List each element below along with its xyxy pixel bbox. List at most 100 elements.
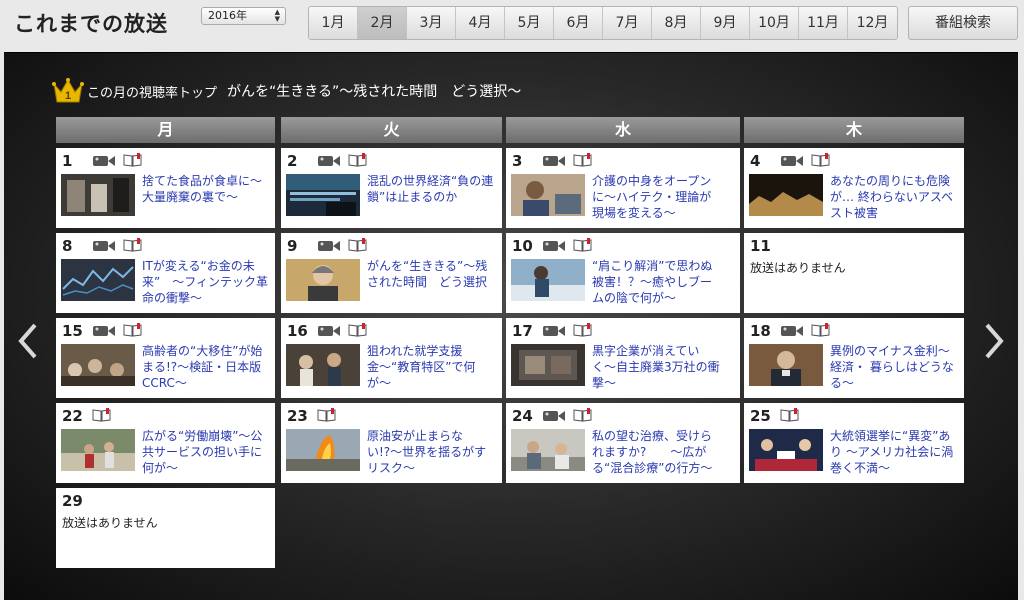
- tab-month-6[interactable]: 6月: [554, 7, 603, 39]
- program-thumbnail[interactable]: [286, 174, 360, 216]
- day-cell[interactable]: 2 混乱の世界経済“負の連鎖”は止まるのか: [281, 148, 502, 228]
- day-cell[interactable]: 3 介護の中身をオープンに〜ハイテク・理論が現場を変える〜: [506, 148, 740, 228]
- day-cell[interactable]: 11 放送はありません: [744, 233, 964, 313]
- video-camera-icon[interactable]: [92, 324, 116, 338]
- day-number: 22: [62, 407, 83, 425]
- tab-month-7[interactable]: 7月: [603, 7, 652, 39]
- program-thumbnail[interactable]: [286, 344, 360, 386]
- open-book-icon[interactable]: [348, 153, 367, 167]
- program-search-button[interactable]: 番組検索: [908, 6, 1018, 40]
- tab-month-5[interactable]: 5月: [505, 7, 554, 39]
- tab-month-1[interactable]: 1月: [309, 7, 358, 39]
- program-title[interactable]: 黒字企業が消えていく〜自主廃業3万社の衝撃〜: [592, 343, 722, 391]
- program-title[interactable]: 介護の中身をオープンに〜ハイテク・理論が現場を変える〜: [592, 173, 722, 221]
- top-rated-program[interactable]: がんを“生ききる”〜残された時間 どう選択〜: [227, 81, 521, 101]
- program-thumbnail[interactable]: [511, 429, 585, 471]
- open-book-icon[interactable]: [573, 408, 592, 422]
- program-title[interactable]: あなたの周りにも危険が… 終わらないアスベスト被害: [830, 173, 960, 221]
- program-thumbnail[interactable]: [511, 259, 585, 301]
- day-cell[interactable]: 25 大統領選挙に“異変”あり 〜アメリカ社会に渦巻く不満〜: [744, 403, 964, 483]
- open-book-icon[interactable]: [348, 323, 367, 337]
- day-cell[interactable]: 23 原油安が止まらない!?〜世界を揺るがすリスク〜: [281, 403, 502, 483]
- open-book-icon[interactable]: [348, 238, 367, 252]
- program-title[interactable]: ITが変える“お金の未来” 〜フィンテック革命の衝撃〜: [142, 258, 272, 306]
- open-book-icon[interactable]: [811, 323, 830, 337]
- tab-month-10[interactable]: 10月: [750, 7, 799, 39]
- video-camera-icon[interactable]: [542, 154, 566, 168]
- program-title[interactable]: 異例のマイナス金利〜経済・ 暮らしはどうなる〜: [830, 343, 960, 391]
- tab-month-4[interactable]: 4月: [456, 7, 505, 39]
- open-book-icon[interactable]: [123, 238, 142, 252]
- day-cell[interactable]: 16 狙われた就学支援金〜“教育特区”で何が〜: [281, 318, 502, 398]
- program-title[interactable]: 大統領選挙に“異変”あり 〜アメリカ社会に渦巻く不満〜: [830, 428, 960, 476]
- day-cell[interactable]: 4 あなたの周りにも危険が… 終わらないアスベスト被害: [744, 148, 964, 228]
- video-camera-icon[interactable]: [542, 239, 566, 253]
- video-camera-icon[interactable]: [780, 324, 804, 338]
- program-title[interactable]: 狙われた就学支援金〜“教育特区”で何が〜: [367, 343, 497, 391]
- day-number: 9: [287, 237, 298, 255]
- open-book-icon[interactable]: [573, 153, 592, 167]
- open-book-icon[interactable]: [780, 408, 799, 422]
- open-book-icon[interactable]: [123, 153, 142, 167]
- day-number: 10: [512, 237, 533, 255]
- program-thumbnail[interactable]: [61, 429, 135, 471]
- program-title[interactable]: 私の望む治療、受けられますか? 〜広がる“混合診療”の行方〜: [592, 428, 722, 476]
- program-thumbnail[interactable]: [511, 344, 585, 386]
- video-camera-icon[interactable]: [780, 154, 804, 168]
- open-book-icon[interactable]: [573, 323, 592, 337]
- day-cell[interactable]: 15 高齢者の“大移住”が始まる!?〜検証・日本版CCRC〜: [56, 318, 275, 398]
- tab-month-3[interactable]: 3月: [407, 7, 456, 39]
- video-camera-icon[interactable]: [317, 239, 341, 253]
- program-title[interactable]: “肩こり解消”で思わぬ被害！？〜癒やしブームの陰で何が〜: [592, 258, 722, 306]
- program-thumbnail[interactable]: [511, 174, 585, 216]
- tab-month-8[interactable]: 8月: [652, 7, 701, 39]
- day-number: 17: [512, 322, 533, 340]
- chevron-right-icon[interactable]: [982, 321, 1006, 361]
- open-book-icon[interactable]: [811, 153, 830, 167]
- day-cell[interactable]: 24 私の望む治療、受けられますか? 〜広がる“混合診療”の行方〜: [506, 403, 740, 483]
- day-cell[interactable]: 10 “肩こり解消”で思わぬ被害！？〜癒やしブームの陰で何が〜: [506, 233, 740, 313]
- day-cell[interactable]: 1 捨てた食品が食卓に〜大量廃棄の裏で〜: [56, 148, 275, 228]
- select-arrows-icon: ▲ ▼: [274, 8, 280, 23]
- video-camera-icon[interactable]: [542, 324, 566, 338]
- program-title[interactable]: 捨てた食品が食卓に〜大量廃棄の裏で〜: [142, 173, 272, 205]
- tab-month-11[interactable]: 11月: [799, 7, 848, 39]
- open-book-icon[interactable]: [92, 408, 111, 422]
- open-book-icon[interactable]: [573, 238, 592, 252]
- program-thumbnail[interactable]: [286, 429, 360, 471]
- program-thumbnail[interactable]: [61, 259, 135, 301]
- tab-month-9[interactable]: 9月: [701, 7, 750, 39]
- year-select-value: 2016年: [208, 9, 247, 22]
- tab-month-12[interactable]: 12月: [848, 7, 897, 39]
- program-title[interactable]: 広がる“労働崩壊”〜公共サービスの担い手に何が〜: [142, 428, 272, 476]
- weekday-header-thu: 木: [744, 117, 964, 143]
- program-title[interactable]: 高齢者の“大移住”が始まる!?〜検証・日本版CCRC〜: [142, 343, 272, 391]
- program-title[interactable]: 原油安が止まらない!?〜世界を揺るがすリスク〜: [367, 428, 497, 476]
- open-book-icon[interactable]: [123, 323, 142, 337]
- video-camera-icon[interactable]: [317, 324, 341, 338]
- day-cell[interactable]: 8 ITが変える“お金の未来” 〜フィンテック革命の衝撃〜: [56, 233, 275, 313]
- program-thumbnail[interactable]: [61, 344, 135, 386]
- video-camera-icon[interactable]: [92, 154, 116, 168]
- day-cell[interactable]: 29 放送はありません: [56, 488, 275, 568]
- video-camera-icon[interactable]: [92, 239, 116, 253]
- tab-month-2[interactable]: 2月: [358, 7, 407, 39]
- program-thumbnail[interactable]: [61, 174, 135, 216]
- program-thumbnail[interactable]: [286, 259, 360, 301]
- program-thumbnail[interactable]: [749, 429, 823, 471]
- open-book-icon[interactable]: [317, 408, 336, 422]
- chevron-left-icon[interactable]: [16, 321, 40, 361]
- program-title[interactable]: がんを“生ききる”〜残された時間 どう選択: [367, 258, 497, 290]
- program-thumbnail[interactable]: [749, 174, 823, 216]
- day-cell[interactable]: 22 広がる“労働崩壊”〜公共サービスの担い手に何が〜: [56, 403, 275, 483]
- video-camera-icon[interactable]: [542, 409, 566, 423]
- day-number: 1: [62, 152, 73, 170]
- video-camera-icon[interactable]: [317, 154, 341, 168]
- program-title[interactable]: 混乱の世界経済“負の連鎖”は止まるのか: [367, 173, 497, 205]
- day-cell[interactable]: 9 がんを“生ききる”〜残された時間 どう選択: [281, 233, 502, 313]
- day-cell[interactable]: 17 黒字企業が消えていく〜自主廃業3万社の衝撃〜: [506, 318, 740, 398]
- program-thumbnail[interactable]: [749, 344, 823, 386]
- day-cell[interactable]: 18 異例のマイナス金利〜経済・ 暮らしはどうなる〜: [744, 318, 964, 398]
- year-select[interactable]: 2016年 ▲ ▼: [201, 7, 286, 25]
- top-rated-line: 1 この月の視聴率トップ がんを“生ききる”〜残された時間 どう選択〜: [52, 76, 521, 106]
